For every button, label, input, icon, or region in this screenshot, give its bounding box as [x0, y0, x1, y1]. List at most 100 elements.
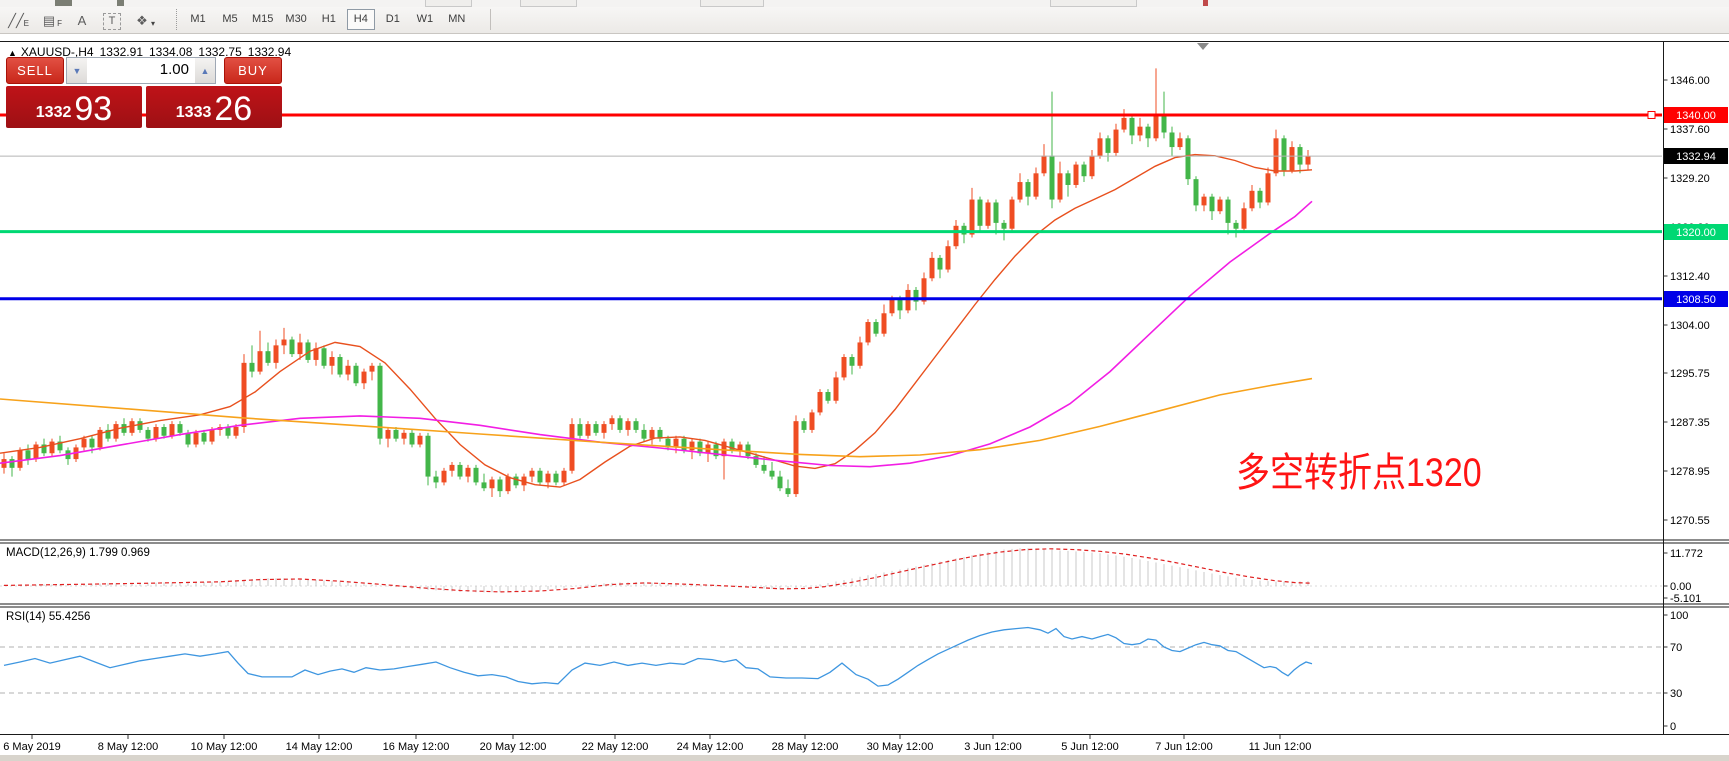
date-label: 6 May 2019 — [3, 741, 60, 753]
mt4-terminal-window: ╱╱E▤FAT❖▾ M1M5M15M30H1H4D1W1MN 1346.0013… — [0, 0, 1729, 761]
macd-axis-label: -5.101 — [1670, 593, 1701, 605]
sell-price-display[interactable]: 1332 93 — [6, 86, 142, 128]
rsi-axis-label: 30 — [1670, 688, 1682, 700]
candle-body — [114, 424, 119, 439]
candle-body — [1266, 173, 1271, 202]
candle-body — [370, 366, 375, 372]
candle-body — [634, 421, 639, 430]
candle-body — [138, 421, 143, 430]
candle-body — [282, 340, 287, 346]
candle-body — [882, 313, 887, 333]
candle-body — [1106, 138, 1111, 153]
candle-body — [442, 471, 447, 483]
candle-body — [1250, 191, 1255, 208]
sell-button[interactable]: SELL — [6, 57, 64, 84]
date-label: 10 May 12:00 — [191, 741, 258, 753]
buy-price-pips: 26 — [214, 90, 252, 128]
date-label: 28 May 12:00 — [772, 741, 839, 753]
volume-input[interactable] — [87, 58, 195, 81]
candle-body — [802, 421, 807, 430]
candle-body — [826, 392, 831, 401]
candle-body — [530, 471, 535, 477]
candle-body — [866, 322, 871, 342]
candle-body — [794, 421, 799, 494]
price-badge-label: 1340.00 — [1676, 110, 1716, 122]
macd-indicator-header: MACD(12,26,9) 1.799 0.969 — [6, 547, 150, 559]
volume-decrease-button[interactable]: ▼ — [67, 58, 87, 83]
candle-body — [474, 468, 479, 483]
caret-down-icon: ▼ — [73, 66, 82, 76]
buy-button[interactable]: BUY — [224, 57, 282, 84]
candle-body — [938, 258, 943, 270]
candle-body — [186, 433, 191, 445]
candle-body — [570, 424, 575, 471]
candle-body — [234, 427, 239, 436]
candle-body — [538, 471, 543, 483]
candle-body — [82, 439, 87, 448]
candle-body — [10, 459, 15, 468]
candle-body — [810, 412, 815, 429]
hline-drag-handle[interactable] — [1648, 111, 1655, 118]
candle-body — [970, 200, 975, 235]
candle-body — [1162, 115, 1167, 132]
date-label: 20 May 12:00 — [480, 741, 547, 753]
price-badge-label: 1320.00 — [1676, 227, 1716, 239]
candle-body — [258, 351, 263, 371]
price-axis-label: 1337.60 — [1670, 124, 1710, 136]
candle-body — [386, 430, 391, 439]
candle-body — [34, 445, 39, 460]
candle-body — [490, 479, 495, 488]
candle-body — [1242, 208, 1247, 228]
date-label: 22 May 12:00 — [582, 741, 649, 753]
volume-increase-button[interactable]: ▲ — [195, 58, 215, 83]
candle-body — [954, 226, 959, 246]
candle-body — [410, 433, 415, 445]
candle-body — [322, 348, 327, 365]
candle-body — [298, 342, 303, 354]
candle-body — [778, 477, 783, 489]
candle-body — [770, 471, 775, 477]
rsi-line — [4, 628, 1312, 687]
chart-shift-marker-icon[interactable] — [1197, 43, 1209, 50]
candle-body — [1234, 223, 1239, 229]
candle-body — [786, 488, 791, 494]
candle-body — [18, 450, 23, 467]
candle-body — [1010, 200, 1015, 229]
macd-axis-label: 0.00 — [1670, 581, 1691, 593]
candle-body — [226, 427, 231, 436]
candle-body — [506, 477, 511, 492]
candle-body — [1130, 118, 1135, 135]
candle-body — [1218, 200, 1223, 212]
date-label: 14 May 12:00 — [286, 741, 353, 753]
one-click-trading-panel: SELL ▼ ▲ BUY 1332 93 1333 26 — [6, 57, 282, 128]
candle-body — [1146, 127, 1151, 139]
candle-body — [1090, 156, 1095, 176]
candle-body — [858, 342, 863, 365]
candle-body — [874, 322, 879, 334]
price-axis-label: 1312.40 — [1670, 271, 1710, 283]
candle-body — [650, 430, 655, 439]
candle-body — [898, 299, 903, 311]
candle-body — [690, 442, 695, 451]
buy-price-display[interactable]: 1333 26 — [146, 86, 282, 128]
candle-body — [1074, 165, 1079, 185]
candle-body — [946, 246, 951, 269]
candle-body — [274, 345, 279, 362]
candle-body — [994, 202, 999, 222]
candle-body — [330, 357, 335, 366]
candle-body — [890, 299, 895, 314]
caret-up-icon: ▲ — [201, 66, 210, 76]
ma-mid-magenta — [0, 201, 1312, 466]
price-axis-label: 1304.00 — [1670, 320, 1710, 332]
date-label: 16 May 12:00 — [383, 741, 450, 753]
candle-body — [394, 430, 399, 439]
date-label: 30 May 12:00 — [867, 741, 934, 753]
candle-body — [762, 465, 767, 471]
chart-text-annotation: 多空转折点1320 — [1236, 440, 1482, 498]
price-axis-label: 1270.55 — [1670, 515, 1710, 527]
rsi-axis-label: 0 — [1670, 721, 1676, 733]
candle-body — [1178, 138, 1183, 147]
candle-body — [1114, 130, 1119, 153]
candle-body — [978, 200, 983, 226]
candle-body — [626, 421, 631, 430]
